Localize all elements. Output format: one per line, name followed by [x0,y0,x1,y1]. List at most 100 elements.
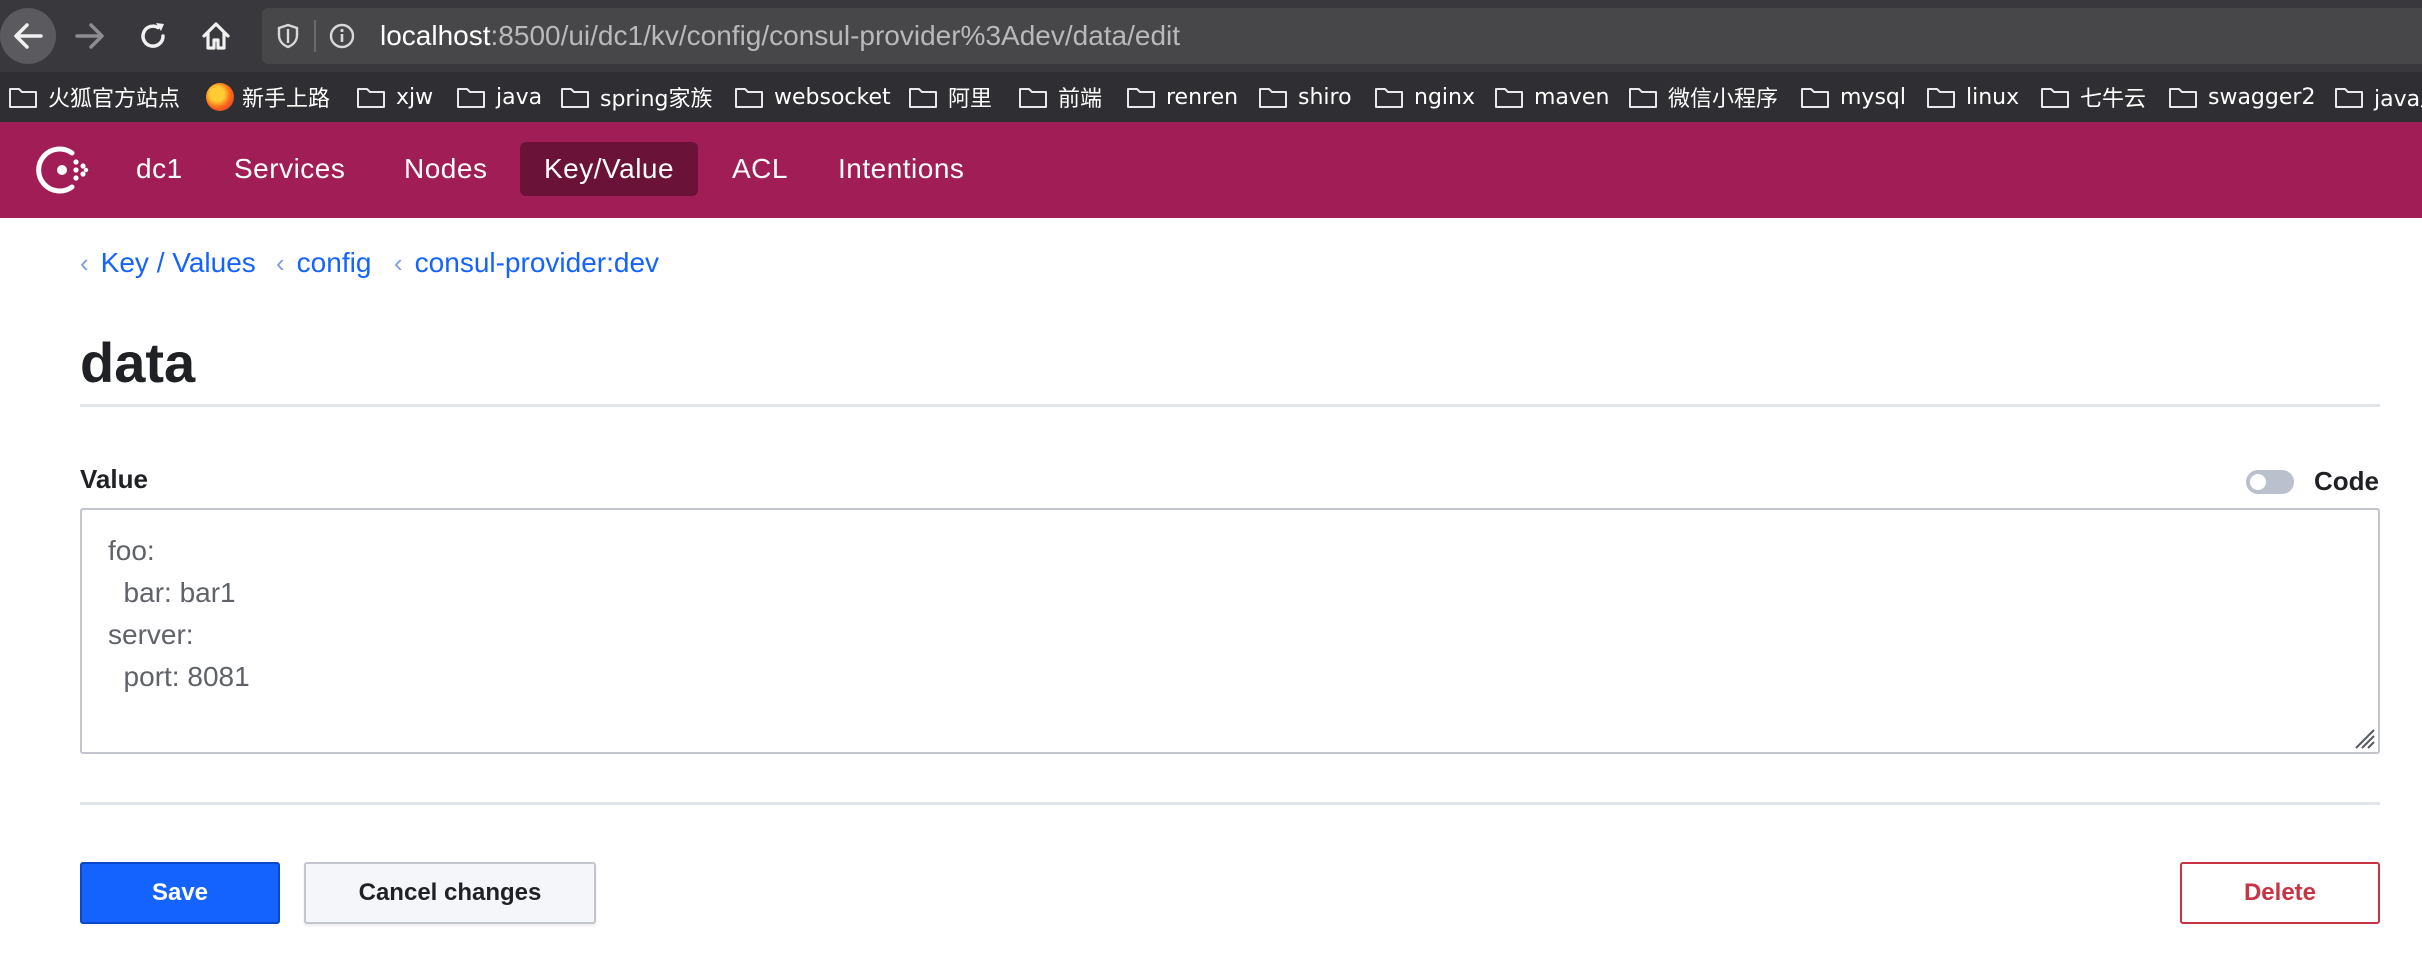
breadcrumb-config[interactable]: ‹ config [276,247,371,279]
consul-navbar: dc1 Services Nodes Key/Value ACL Intenti… [0,122,2422,218]
bookmark-label: java [496,84,543,110]
bookmark-label: swagger2 [2208,84,2316,110]
bookmark-label: xjw [396,84,434,110]
bookmark-label: 火狐官方站点 [48,87,181,112]
home-icon [202,22,230,50]
nav-datacenter[interactable]: dc1 [112,142,207,196]
bookmark-item[interactable]: spring家族 [560,80,713,114]
nav-item-services[interactable]: Services [210,142,369,196]
bookmark-item[interactable]: 火狐官方站点 [8,80,180,114]
arrow-left-icon [14,23,43,49]
shield-icon[interactable] [274,22,302,50]
bookmark-item[interactable]: 新手上路 [206,80,330,114]
folder-icon [2335,88,2363,108]
nav-item-key-value[interactable]: Key/Value [520,142,699,196]
cancel-changes-button[interactable]: Cancel changes [304,862,596,924]
page-title: data [80,331,196,394]
forward-button[interactable] [62,8,118,64]
bookmark-item[interactable]: swagger2 [2168,80,2315,114]
folder-icon [1259,88,1287,108]
folder-icon [1801,88,1829,108]
back-button[interactable] [0,8,56,64]
reload-icon [141,23,165,48]
form-divider [80,802,2380,805]
info-icon[interactable] [328,22,356,50]
arrow-right-icon [75,23,104,49]
home-button[interactable] [188,8,244,64]
bookmark-label: renren [1166,84,1239,110]
url-path: :8500/ui/dc1/kv/config/consul-provider%3… [490,20,1181,51]
bookmark-item[interactable]: mysql [1800,80,1906,114]
bookmark-item[interactable]: java后 [2334,80,2422,114]
nav-item-acl[interactable]: ACL [708,142,812,196]
breadcrumb-consul-provider[interactable]: ‹ consul-provider:dev [394,247,659,279]
folder-icon [457,88,485,108]
bookmark-item[interactable]: xjw [356,80,433,114]
folder-icon [357,88,385,108]
folder-icon [2041,88,2069,108]
consul-logo-icon[interactable] [32,140,92,200]
firefox-icon [206,83,234,111]
bookmark-label: maven [1534,84,1610,110]
title-divider [80,404,2380,407]
bookmark-label: 七牛云 [2080,87,2147,112]
folder-icon [9,88,37,108]
bookmark-label: 前端 [1058,87,1103,112]
bookmark-item[interactable]: linux [1926,80,2019,114]
resize-handle-icon[interactable] [2350,724,2376,750]
bookmark-item[interactable]: java [456,80,542,114]
toggle-knob [2250,474,2266,490]
code-label[interactable]: Code [2314,466,2379,497]
breadcrumb-label: consul-provider:dev [414,247,660,278]
bookmark-label: 新手上路 [242,87,331,112]
folder-icon [1495,88,1523,108]
url-text[interactable]: localhost:8500/ui/dc1/kv/config/consul-p… [380,20,1180,52]
code-toggle[interactable] [2246,470,2294,494]
bookmark-label: java后 [2374,87,2422,112]
breadcrumb-label: Key / Values [100,247,256,278]
bookmark-label: mysql [1840,84,1906,110]
delete-button[interactable]: Delete [2180,862,2380,924]
folder-icon [1927,88,1955,108]
bookmark-item[interactable]: shiro [1258,80,1352,114]
bookmark-label: nginx [1414,84,1475,110]
bookmark-item[interactable]: renren [1126,80,1238,114]
address-bar[interactable]: localhost:8500/ui/dc1/kv/config/consul-p… [262,8,2422,64]
bookmark-label: linux [1966,84,2020,110]
folder-icon [735,88,763,108]
folder-icon [561,88,589,108]
nav-item-intentions[interactable]: Intentions [814,142,988,196]
bookmark-item[interactable]: maven [1494,80,1609,114]
chevron-left-icon: ‹ [276,248,285,278]
chevron-left-icon: ‹ [394,248,403,278]
breadcrumb-label: config [296,247,372,278]
bookmark-label: shiro [1298,84,1352,110]
folder-icon [1127,88,1155,108]
bookmark-item[interactable]: 前端 [1018,80,1102,114]
url-separator [314,20,316,52]
bookmark-item[interactable]: nginx [1374,80,1475,114]
folder-icon [909,88,937,108]
folder-icon [1019,88,1047,108]
bookmark-label: 阿里 [948,87,993,112]
url-host: localhost [380,20,491,51]
bookmark-label: spring家族 [600,87,713,112]
reload-button[interactable] [125,8,181,64]
folder-icon [1629,88,1657,108]
chevron-left-icon: ‹ [80,248,89,278]
browser-toolbar: localhost:8500/ui/dc1/kv/config/consul-p… [0,0,2422,72]
bookmark-label: 微信小程序 [1668,87,1779,112]
bookmark-item[interactable]: 微信小程序 [1628,80,1778,114]
breadcrumb-key-values[interactable]: ‹ Key / Values [80,247,256,279]
folder-icon [1375,88,1403,108]
bookmark-item[interactable]: 阿里 [908,80,992,114]
bookmarks-bar: 火狐官方站点 新手上路 xjw java spring家族 websocket 阿里 前端 re… [0,72,2422,122]
bookmark-label: websocket [774,84,891,110]
save-button[interactable]: Save [80,862,280,924]
bookmark-item[interactable]: websocket [734,80,891,114]
nav-item-nodes[interactable]: Nodes [380,142,511,196]
bookmark-item[interactable]: 七牛云 [2040,80,2146,114]
value-label: Value [80,464,148,494]
value-textarea[interactable] [80,508,2380,754]
folder-icon [2169,88,2197,108]
